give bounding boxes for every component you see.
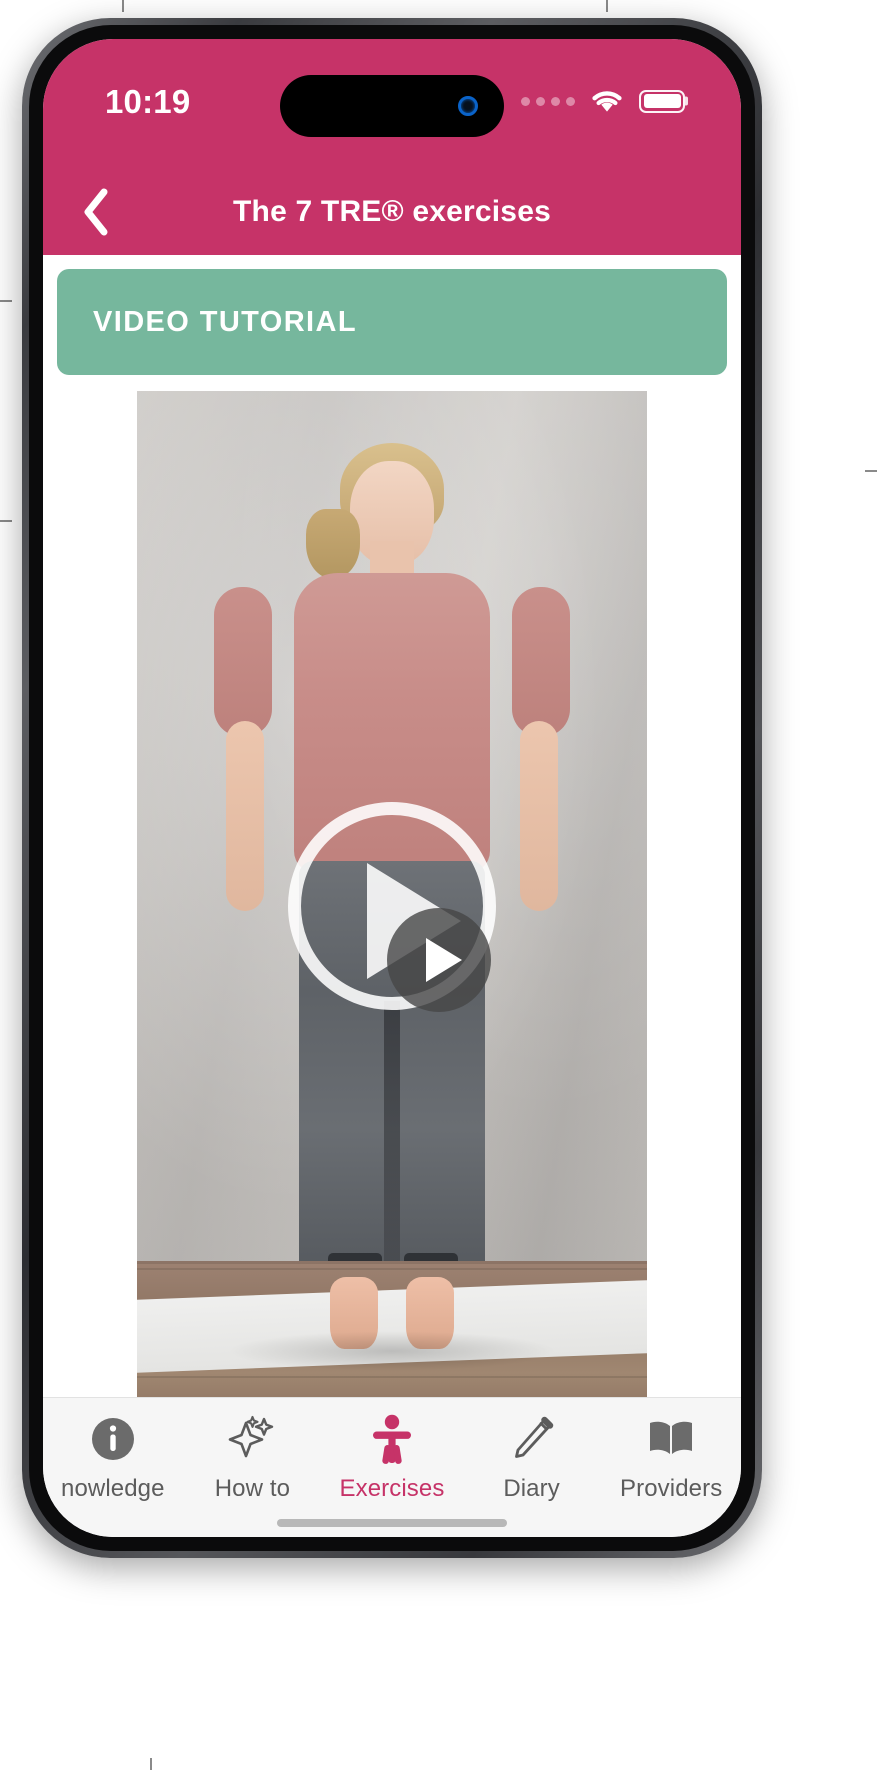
play-circle-filled-icon[interactable] [387, 908, 491, 1012]
figure-arm-left [226, 721, 264, 911]
registration-mark [606, 0, 608, 12]
figure-hair-side [306, 509, 360, 579]
tab-label-how-to: How to [214, 1475, 291, 1502]
cellular-signal-icon [521, 96, 575, 106]
registration-mark [0, 520, 12, 522]
video-player[interactable] [137, 391, 647, 1421]
tab-diary[interactable]: Diary [462, 1414, 602, 1503]
sparkles-icon [227, 1414, 277, 1464]
figure-leg-gap [384, 1001, 400, 1293]
tab-label-providers: Providers [620, 1475, 723, 1502]
person-stretch-icon [368, 1414, 416, 1464]
tab-label-exercises: Exercises [339, 1475, 445, 1502]
figure-sleeve-right [512, 587, 570, 737]
tab-exercises[interactable]: Exercises [322, 1414, 462, 1503]
video-tutorial-card[interactable]: VIDEO TUTORIAL [57, 269, 727, 375]
status-bar: 10:19 [43, 39, 741, 169]
figure-sleeve-left [214, 587, 272, 737]
figure-shadow [227, 1331, 557, 1371]
wifi-icon [592, 91, 622, 112]
phone-bezel: 10:19 The 7 TRE® exercises VIDEO TUTORIA… [29, 25, 755, 1551]
tab-providers[interactable]: Providers [601, 1414, 741, 1503]
page-title: The 7 TRE® exercises [233, 195, 551, 228]
registration-mark [865, 470, 877, 472]
info-circle-icon [90, 1414, 136, 1464]
front-camera-icon [458, 96, 478, 116]
tab-bar: nowledge How to Exercises Diary Provider… [43, 1397, 741, 1537]
status-indicators [521, 87, 685, 115]
open-book-icon [646, 1414, 696, 1464]
main-content: VIDEO TUTORIAL [43, 255, 741, 1421]
battery-full-icon [639, 89, 685, 113]
phone-frame: 10:19 The 7 TRE® exercises VIDEO TUTORIA… [22, 18, 762, 1558]
chevron-left-icon [84, 188, 108, 236]
registration-mark [122, 0, 124, 12]
registration-mark [150, 1758, 152, 1770]
tab-label-knowledge: nowledge [61, 1475, 165, 1502]
tab-how-to[interactable]: How to [183, 1414, 323, 1503]
phone-screen: 10:19 The 7 TRE® exercises VIDEO TUTORIA… [43, 39, 741, 1537]
figure-arm-right [520, 721, 558, 911]
video-tutorial-label: VIDEO TUTORIAL [93, 305, 357, 338]
back-button[interactable] [57, 169, 135, 255]
tab-label-diary: Diary [503, 1475, 560, 1502]
registration-mark [0, 300, 12, 302]
tab-knowledge[interactable]: nowledge [43, 1414, 183, 1503]
dynamic-island [280, 75, 504, 137]
nav-bar: The 7 TRE® exercises [43, 169, 741, 255]
home-indicator[interactable] [277, 1519, 507, 1527]
status-time: 10:19 [105, 83, 191, 120]
screenshot-stage: 10:19 The 7 TRE® exercises VIDEO TUTORIA… [0, 0, 877, 1770]
pencil-icon [509, 1414, 555, 1464]
